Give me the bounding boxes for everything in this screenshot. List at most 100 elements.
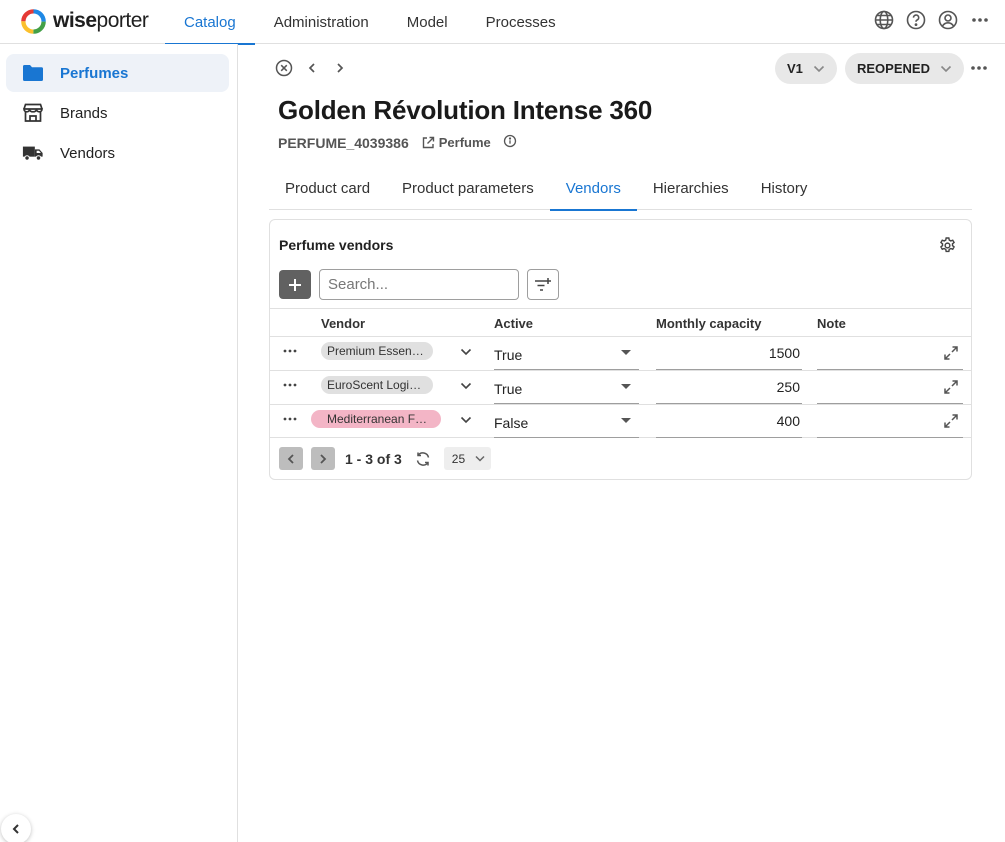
nav-processes[interactable]: Processes	[467, 0, 575, 44]
folder-icon	[22, 62, 44, 84]
column-header-capacity[interactable]: Monthly capacity	[656, 316, 761, 331]
sidebar-item-label: Vendors	[60, 144, 116, 162]
info-icon[interactable]	[503, 134, 517, 151]
app-logo[interactable]: wiseporter	[20, 7, 149, 35]
chevron-left-icon	[308, 63, 315, 73]
add-vendor-button[interactable]	[279, 270, 311, 299]
logo-text-light: porter	[96, 9, 149, 32]
sidebar-item-label: Perfumes	[60, 64, 129, 82]
pagination: 1 - 3 of 3 25	[279, 447, 491, 470]
vendor-chip[interactable]: EuroScent Logis…	[321, 376, 433, 394]
capacity-field[interactable]: 1500	[656, 337, 802, 370]
note-field[interactable]	[817, 337, 963, 370]
chevron-down-icon	[813, 65, 824, 72]
more-icon	[971, 66, 987, 70]
column-header-active[interactable]: Active	[494, 316, 533, 331]
more-icon	[283, 383, 297, 387]
version-select[interactable]: V1	[775, 53, 837, 84]
tab-product-card[interactable]: Product card	[269, 167, 386, 210]
search-input[interactable]	[319, 269, 519, 300]
globe-icon[interactable]	[873, 9, 895, 31]
close-record-button[interactable]	[274, 58, 294, 78]
chevron-down-icon	[940, 65, 952, 72]
record-code: PERFUME_4039386	[278, 134, 409, 151]
row-actions-button[interactable]	[282, 344, 298, 358]
chevron-left-icon	[287, 453, 294, 464]
more-icon[interactable]	[969, 9, 991, 31]
card-title: Perfume vendors	[279, 237, 394, 253]
gear-icon	[939, 236, 955, 252]
page-size-select[interactable]: 25	[443, 447, 491, 470]
page-size-value: 25	[451, 451, 466, 466]
logo-text-bold: wise	[53, 9, 97, 32]
add-filter-button[interactable]	[527, 269, 559, 300]
sidebar-item-vendors[interactable]: Vendors	[6, 134, 229, 172]
nav-administration[interactable]: Administration	[255, 0, 388, 44]
chevron-down-icon[interactable]	[459, 379, 473, 393]
top-bar: wiseporter Catalog Administration Model …	[0, 0, 1005, 45]
vendors-grid: Vendor Active Monthly capacity Note Prem…	[270, 308, 971, 438]
top-icons	[873, 9, 991, 31]
next-page-button[interactable]	[311, 447, 335, 470]
column-header-note[interactable]: Note	[817, 316, 846, 331]
expand-icon[interactable]	[943, 345, 959, 361]
more-icon	[283, 417, 297, 421]
tab-product-parameters[interactable]: Product parameters	[386, 167, 550, 210]
note-field[interactable]	[817, 371, 963, 404]
active-value: True	[494, 381, 523, 397]
table-settings-button[interactable]	[937, 235, 957, 255]
chevron-down-icon[interactable]	[459, 413, 473, 427]
vendors-card: Perfume vendors Vendor Active Monthly ca…	[269, 219, 972, 480]
vendor-chip-warning[interactable]: Mediterranean F…	[311, 410, 441, 428]
collapse-sidebar-button[interactable]	[1, 814, 31, 842]
note-field[interactable]	[817, 405, 963, 438]
sidebar-item-brands[interactable]: Brands	[6, 94, 229, 132]
caret-down-icon	[621, 418, 631, 423]
help-icon[interactable]	[905, 9, 927, 31]
row-actions-button[interactable]	[282, 378, 298, 392]
chevron-right-icon	[320, 453, 327, 464]
table-header: Vendor Active Monthly capacity Note	[270, 308, 971, 336]
plus-icon	[289, 278, 301, 291]
chevron-right-icon	[337, 63, 344, 73]
expand-icon[interactable]	[943, 413, 959, 429]
refresh-button[interactable]	[414, 450, 432, 468]
top-nav: Catalog Administration Model Processes	[165, 0, 575, 45]
table-row: Mediterranean F… False 400	[270, 404, 971, 438]
account-icon[interactable]	[937, 9, 959, 31]
chevron-left-icon	[12, 824, 19, 834]
record-subline: PERFUME_4039386 Perfume	[278, 134, 517, 151]
nav-catalog[interactable]: Catalog	[165, 0, 255, 45]
previous-page-button[interactable]	[279, 447, 303, 470]
sidebar: Perfumes Brands Vendors	[0, 44, 238, 842]
vendor-chip[interactable]: Premium Essen…	[321, 342, 433, 360]
previous-record-button[interactable]	[302, 58, 322, 78]
active-value: True	[494, 347, 523, 363]
status-select[interactable]: REOPENED	[845, 53, 964, 84]
expand-icon[interactable]	[943, 379, 959, 395]
tab-history[interactable]: History	[745, 167, 824, 210]
row-actions-button[interactable]	[282, 412, 298, 426]
nav-model[interactable]: Model	[388, 0, 467, 44]
column-header-vendor[interactable]: Vendor	[321, 316, 365, 331]
table-row: EuroScent Logis… True 250	[270, 370, 971, 404]
logo-text: wiseporter	[53, 9, 149, 33]
active-select[interactable]: True	[494, 371, 639, 404]
sidebar-item-perfumes[interactable]: Perfumes	[6, 54, 229, 92]
record-more-button[interactable]	[968, 58, 990, 78]
more-icon	[283, 349, 297, 353]
refresh-icon	[416, 451, 430, 466]
capacity-field[interactable]: 400	[656, 405, 802, 438]
active-value: False	[494, 415, 529, 431]
open-external-icon	[422, 136, 434, 148]
record-type-link[interactable]: Perfume	[421, 135, 491, 150]
filter-add-icon	[535, 277, 551, 291]
tab-hierarchies[interactable]: Hierarchies	[637, 167, 745, 210]
chevron-down-icon[interactable]	[459, 345, 473, 359]
pagination-range: 1 - 3 of 3	[345, 450, 402, 467]
active-select[interactable]: False	[494, 405, 639, 438]
tab-vendors[interactable]: Vendors	[549, 167, 637, 211]
capacity-field[interactable]: 250	[656, 371, 802, 404]
active-select[interactable]: True	[494, 337, 639, 370]
next-record-button[interactable]	[330, 58, 350, 78]
